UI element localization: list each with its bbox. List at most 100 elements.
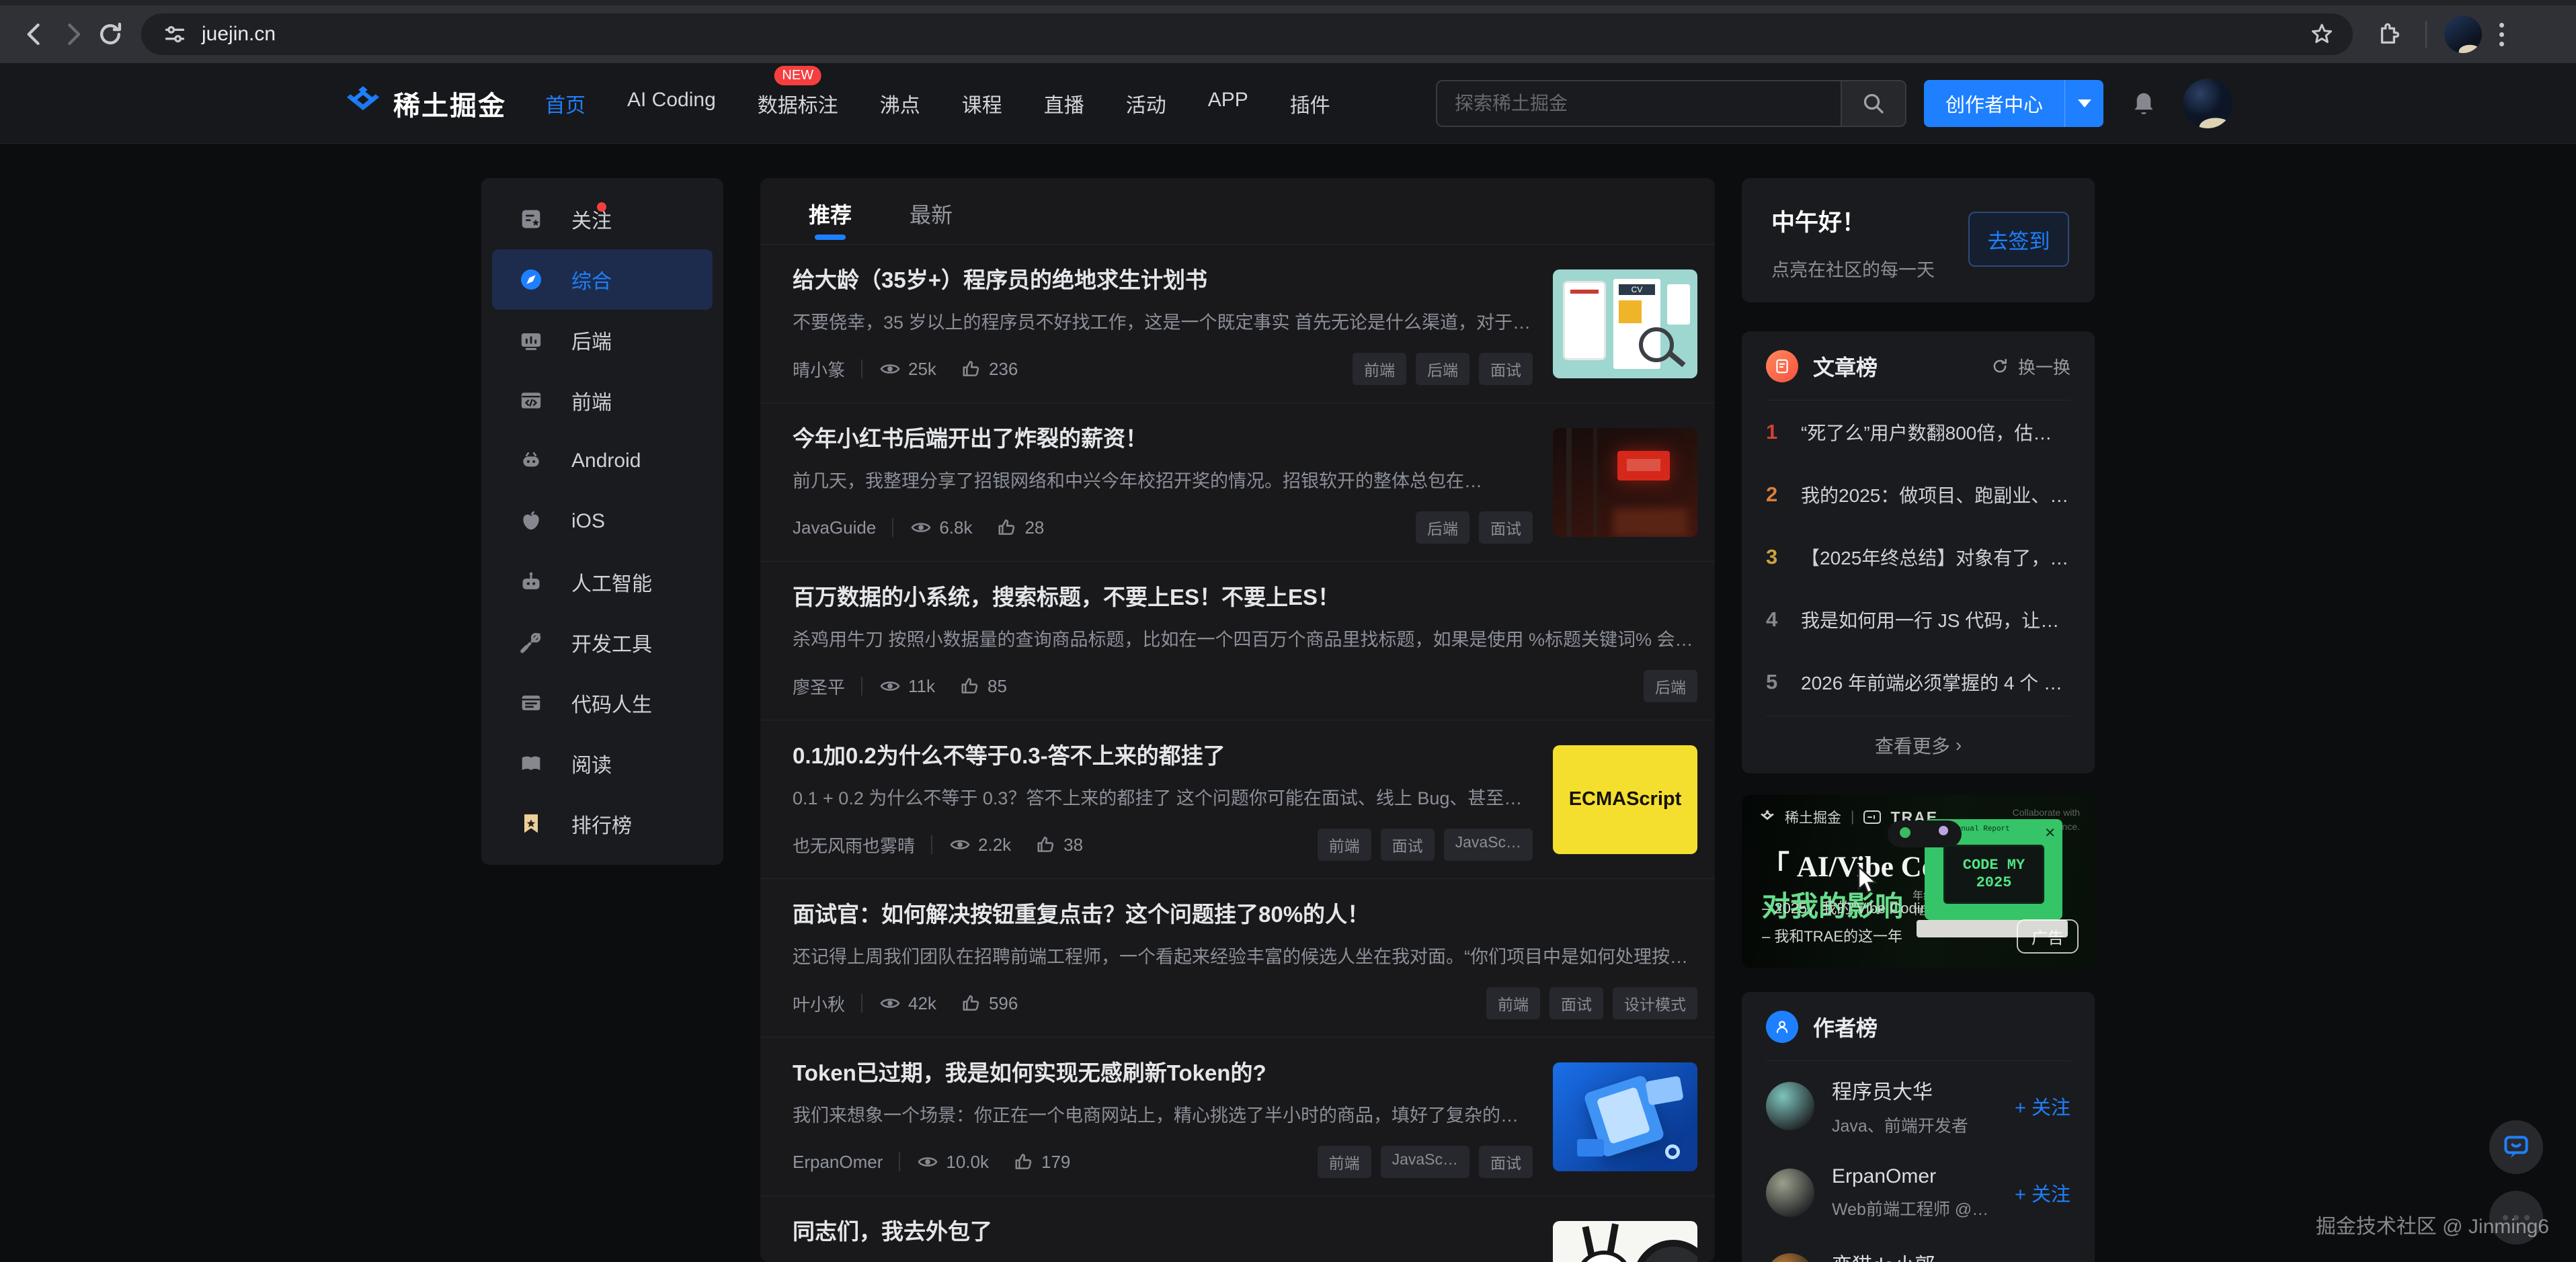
back-icon[interactable]: [16, 15, 54, 53]
rank-refresh-button[interactable]: 换一换: [1990, 354, 2070, 379]
nav-item-2[interactable]: 数据标注NEW: [758, 89, 838, 118]
author-row[interactable]: 程序员大华 Java、前端开发者 + 关注: [1742, 1061, 2095, 1151]
like-icon[interactable]: [958, 675, 981, 698]
sidebar-item-1[interactable]: 综合: [492, 249, 713, 310]
search-button[interactable]: [1841, 81, 1905, 126]
feedback-chat-button[interactable]: [2489, 1120, 2543, 1174]
author-avatar[interactable]: [1766, 1082, 1814, 1130]
tag[interactable]: 面试: [1479, 511, 1533, 544]
nav-item-3[interactable]: 沸点: [880, 89, 920, 118]
tag[interactable]: JavaSc…: [1381, 1146, 1470, 1178]
author-name[interactable]: 恋猫de小郭: [1832, 1249, 1997, 1262]
sidebar-item-6[interactable]: 人工智能: [481, 552, 723, 612]
follow-button[interactable]: + 关注: [2015, 1092, 2070, 1120]
article-row[interactable]: 0.1加0.2为什么不等于0.3-答不上来的都挂了 0.1 + 0.2 为什么不…: [760, 720, 1715, 879]
sidebar-item-8[interactable]: 代码人生: [481, 673, 723, 733]
author-avatar[interactable]: [1766, 1253, 1814, 1262]
tag[interactable]: 后端: [1416, 511, 1470, 544]
browser-menu-icon[interactable]: [2499, 23, 2504, 46]
signin-button[interactable]: 去签到: [1968, 212, 2069, 267]
rank-item-5[interactable]: 5 2026 年前端必须掌握的 4 个 …: [1742, 650, 2095, 713]
tag[interactable]: 后端: [1644, 670, 1697, 702]
sidebar-item-9[interactable]: 阅读: [481, 733, 723, 794]
rank-item-2[interactable]: 2 我的2025：做项目、跑副业、…: [1742, 463, 2095, 525]
rank-item-4[interactable]: 4 我是如何用一行 JS 代码，让…: [1742, 588, 2095, 650]
like-icon[interactable]: [1034, 833, 1057, 856]
close-icon[interactable]: ✕: [2044, 825, 2056, 841]
tag[interactable]: 前端: [1318, 1146, 1371, 1178]
nav-item-6[interactable]: 活动: [1126, 89, 1166, 118]
creator-center-button[interactable]: 创作者中心: [1924, 80, 2103, 127]
tag[interactable]: JavaSc…: [1444, 829, 1533, 861]
article-thumbnail[interactable]: ECMAScript: [1553, 745, 1697, 854]
rank-item-3[interactable]: 3 【2025年终总结】对象有了，…: [1742, 525, 2095, 588]
extensions-icon[interactable]: [2370, 15, 2408, 53]
follow-button[interactable]: + 关注: [2015, 1179, 2070, 1207]
ad-banner[interactable]: 稀土掘金 | TRAE Collaborate withIntelligence…: [1742, 795, 2095, 968]
article-author[interactable]: ErpanOmer: [793, 1152, 883, 1173]
search-input[interactable]: [1437, 93, 1841, 114]
article-title[interactable]: 面试官：如何解决按钮重复点击？这个问题挂了80%的人！: [793, 896, 1697, 929]
like-icon[interactable]: [1012, 1150, 1035, 1173]
tag[interactable]: 前端: [1486, 987, 1540, 1019]
juejin-logo[interactable]: 稀土掘金: [344, 84, 506, 123]
article-row[interactable]: 百万数据的小系统，搜索标题，不要上ES！不要上ES！ 杀鸡用牛刀 按照小数据量的…: [760, 562, 1715, 720]
article-title[interactable]: 今年小红书后端开出了炸裂的薪资！: [793, 421, 1533, 453]
author-row[interactable]: 恋猫de小郭 Flutter & Dart GDE @… + 关注: [1742, 1234, 2095, 1262]
forward-icon[interactable]: [54, 15, 91, 53]
creator-dropdown[interactable]: [2064, 80, 2103, 127]
article-author[interactable]: 也无风雨也雾晴: [793, 833, 915, 857]
author-name[interactable]: ErpanOmer: [1832, 1165, 1997, 1188]
sidebar-item-7[interactable]: 开发工具: [481, 612, 723, 673]
user-avatar[interactable]: [2183, 79, 2232, 128]
article-author[interactable]: 叶小秋: [793, 991, 845, 1016]
feed-tab-0[interactable]: 推荐: [809, 198, 852, 244]
article-row[interactable]: 今年小红书后端开出了炸裂的薪资！ 前几天，我整理分享了招银网络和中兴今年校招开奖…: [760, 403, 1715, 562]
tag[interactable]: 面试: [1479, 353, 1533, 385]
article-row[interactable]: 面试官：如何解决按钮重复点击？这个问题挂了80%的人！ 还记得上周我们团队在招聘…: [760, 879, 1715, 1038]
article-title[interactable]: 0.1加0.2为什么不等于0.3-答不上来的都挂了: [793, 738, 1533, 770]
sidebar-item-2[interactable]: 后端: [481, 310, 723, 370]
article-row[interactable]: Token已过期，我是如何实现无感刷新Token的? 我们来想象一个场景：你正在…: [760, 1038, 1715, 1196]
nav-item-1[interactable]: AI Coding: [627, 89, 716, 118]
sidebar-item-10[interactable]: 排行榜: [481, 794, 723, 854]
rank-item-1[interactable]: 1 “死了么”用户数翻800倍，估…: [1742, 401, 2095, 463]
tag[interactable]: 前端: [1318, 829, 1371, 861]
bookmark-star-icon[interactable]: [2308, 21, 2335, 48]
article-title[interactable]: 百万数据的小系统，搜索标题，不要上ES！不要上ES！: [793, 579, 1697, 612]
article-thumbnail[interactable]: [1553, 1062, 1697, 1171]
like-icon[interactable]: [959, 992, 982, 1015]
browser-profile-avatar[interactable]: [2444, 15, 2482, 53]
address-bar[interactable]: juejin.cn: [141, 13, 2353, 55]
sidebar-item-3[interactable]: 前端: [481, 370, 723, 431]
feed-tab-1[interactable]: 最新: [910, 198, 953, 244]
article-author[interactable]: 晴小篆: [793, 357, 845, 382]
nav-item-8[interactable]: 插件: [1290, 89, 1330, 118]
sidebar-item-5[interactable]: iOS: [481, 491, 723, 552]
creator-center-label[interactable]: 创作者中心: [1924, 80, 2064, 127]
view-more-link[interactable]: 查看更多›: [1766, 716, 2070, 773]
tag[interactable]: 面试: [1381, 829, 1435, 861]
site-info-icon[interactable]: [159, 18, 191, 50]
tag[interactable]: 前端: [1353, 353, 1406, 385]
article-title[interactable]: 给大龄（35岁+）程序员的绝地求生计划书: [793, 262, 1533, 294]
nav-item-4[interactable]: 课程: [962, 89, 1002, 118]
sidebar-item-4[interactable]: Android: [481, 431, 723, 491]
author-row[interactable]: ErpanOmer Web前端工程师 @跨境 + 关注: [1742, 1151, 2095, 1234]
tag[interactable]: 面试: [1549, 987, 1603, 1019]
notifications-bell-icon[interactable]: [2129, 89, 2159, 118]
author-name[interactable]: 程序员大华: [1832, 1075, 1997, 1105]
nav-item-5[interactable]: 直播: [1044, 89, 1084, 118]
sidebar-item-0[interactable]: 关注: [481, 189, 723, 249]
article-author[interactable]: JavaGuide: [793, 517, 876, 538]
tag[interactable]: 面试: [1479, 1146, 1533, 1178]
reload-icon[interactable]: [91, 15, 129, 53]
article-thumbnail[interactable]: [1553, 428, 1697, 537]
article-thumbnail[interactable]: [1553, 1221, 1697, 1262]
article-title[interactable]: Token已过期，我是如何实现无感刷新Token的?: [793, 1055, 1533, 1087]
article-row[interactable]: 给大龄（35岁+）程序员的绝地求生计划书 不要侥幸，35 岁以上的程序员不好找工…: [760, 245, 1715, 403]
author-avatar[interactable]: [1766, 1169, 1814, 1217]
nav-item-0[interactable]: 首页: [545, 89, 586, 118]
article-title[interactable]: 同志们，我去外包了: [793, 1214, 1533, 1246]
article-row[interactable]: 同志们，我去外包了 同志们，我去外包了 同志们，经历了漫长的思想斗争，我决定回老…: [760, 1196, 1715, 1262]
